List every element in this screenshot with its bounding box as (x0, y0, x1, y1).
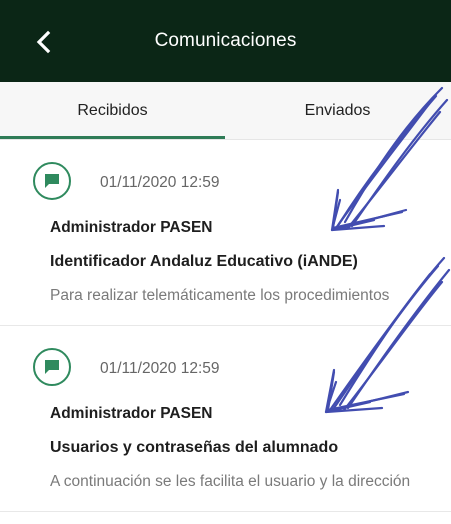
page-title: Comunicaciones (154, 30, 297, 51)
message-preview: Para realizar telemáticamente los proced… (50, 287, 390, 304)
message-avatar (33, 348, 71, 386)
chat-bubble-icon (45, 174, 59, 188)
app-bar: Comunicaciones (0, 0, 451, 82)
message-sender: Administrador PASEN (50, 219, 213, 236)
tab-indicator (0, 136, 225, 139)
message-list: 01/11/2020 12:59 Administrador PASEN Ide… (0, 140, 451, 512)
message-item[interactable]: 01/11/2020 12:59 Administrador PASEN Ide… (0, 140, 451, 326)
tab-enviados[interactable]: Enviados (225, 82, 450, 140)
tab-recibidos[interactable]: Recibidos (0, 82, 225, 140)
tab-bar: Recibidos Enviados (0, 82, 451, 140)
message-preview: A continuación se les facilita el usuari… (50, 473, 411, 490)
message-date: 01/11/2020 12:59 (100, 174, 220, 191)
message-subject: Usuarios y contraseñas del alumnado (50, 439, 339, 456)
chat-bubble-icon (45, 360, 59, 374)
message-item[interactable]: 01/11/2020 12:59 Administrador PASEN Usu… (0, 326, 451, 512)
message-avatar (33, 162, 71, 200)
message-subject: Identificador Andaluz Educativo (iANDE) (50, 253, 358, 270)
message-sender: Administrador PASEN (50, 405, 213, 422)
message-date: 01/11/2020 12:59 (100, 360, 220, 377)
